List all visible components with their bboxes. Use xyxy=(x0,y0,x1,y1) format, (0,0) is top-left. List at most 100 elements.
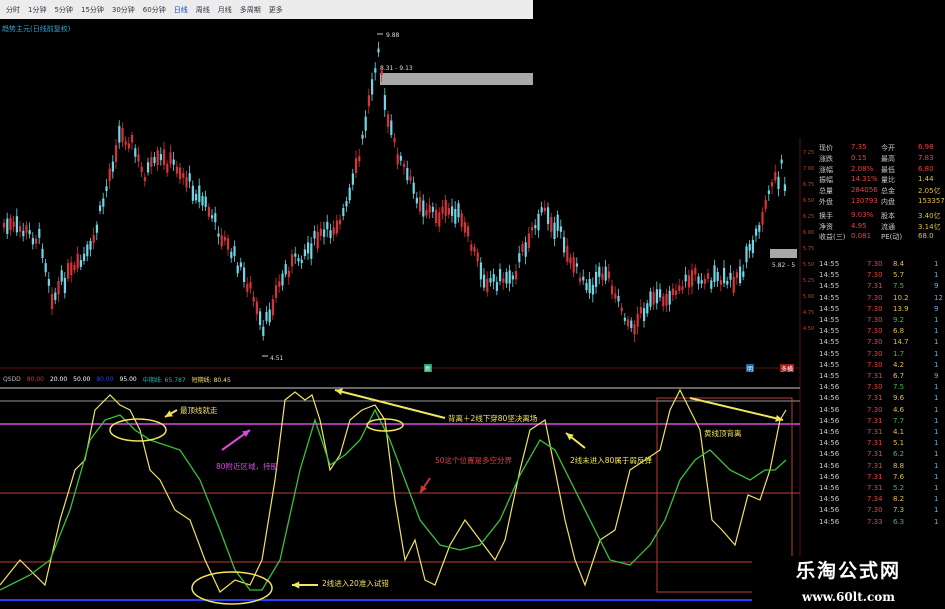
axis-tick-label: 6.25 xyxy=(803,214,815,220)
candle-body xyxy=(236,265,239,274)
candle-body xyxy=(198,185,201,203)
candle-body xyxy=(79,260,82,267)
trade-cell: 7.34 xyxy=(867,495,883,504)
candle-body xyxy=(163,149,166,165)
quote-value: 2.08% xyxy=(851,164,874,173)
quote-label: 涨跌 xyxy=(819,154,833,163)
quote-value: 14.31% xyxy=(851,175,878,184)
candle-body xyxy=(223,236,226,241)
candle-body xyxy=(438,212,441,227)
candle-body xyxy=(703,278,706,284)
trade-cell: 14:56 xyxy=(819,484,840,492)
candle-body xyxy=(751,239,754,254)
trade-cell: 13.9 xyxy=(893,304,909,313)
low-price-label: 4.51 xyxy=(270,355,284,362)
candle-body xyxy=(99,205,102,211)
candle-body xyxy=(716,272,719,281)
quote-label: 净资 xyxy=(819,222,833,231)
candle-body xyxy=(671,288,674,296)
trade-cell: 5.1 xyxy=(893,439,905,448)
candle-body xyxy=(41,248,44,258)
candle-body xyxy=(582,276,585,281)
quote-value: 6.98 xyxy=(918,143,934,151)
candle-body xyxy=(617,296,620,302)
trade-cell: 7.6 xyxy=(893,472,905,481)
candle-body xyxy=(12,221,15,227)
trade-cell: 7.30 xyxy=(867,506,883,515)
candle-body xyxy=(783,184,786,191)
candle-body xyxy=(633,324,636,335)
candle-body xyxy=(57,281,60,295)
trade-cell: 1 xyxy=(934,360,939,369)
candle-body xyxy=(284,264,287,275)
quote-label: 最高 xyxy=(881,154,895,163)
candle-body xyxy=(691,270,694,287)
axis-tick-label: 6.00 xyxy=(803,230,815,236)
candle-body xyxy=(70,262,73,276)
candle-body xyxy=(563,237,566,253)
quote-label: 收益(三) xyxy=(819,233,846,242)
candle-body xyxy=(243,267,246,282)
candle-body xyxy=(639,307,642,314)
candle-body xyxy=(527,233,530,248)
candle-body xyxy=(457,203,460,218)
quote-value: 1.44 xyxy=(918,175,934,184)
candle-body xyxy=(281,273,284,286)
candle-body xyxy=(451,206,454,216)
candle-body xyxy=(159,153,162,161)
candle-body xyxy=(547,207,550,225)
arrow-head xyxy=(292,581,300,589)
candle-body xyxy=(265,311,268,322)
candle-body xyxy=(19,226,22,232)
candle-body xyxy=(428,205,431,213)
candle-body xyxy=(169,152,172,164)
candle-body xyxy=(105,186,108,192)
candle-body xyxy=(342,208,345,217)
candle-body xyxy=(316,231,319,249)
legend-item: 中期线: 65.787 xyxy=(142,376,186,384)
candle-body xyxy=(211,215,214,219)
trade-cell: 14:55 xyxy=(819,260,840,268)
candle-body xyxy=(131,135,134,143)
chart-canvas: 9.88 8.31 - 9.13 4.51 5.82 - 5 新 明 多横 xyxy=(0,32,801,609)
candle-body xyxy=(115,145,118,162)
trade-cell: 14:56 xyxy=(819,495,840,504)
candle-body xyxy=(489,278,492,283)
candle-body xyxy=(195,193,198,201)
trade-cell: 1 xyxy=(934,472,939,481)
trade-cell: 14:56 xyxy=(819,439,840,448)
candle-body xyxy=(553,222,556,240)
candle-body xyxy=(729,272,732,280)
quote-label: 量比 xyxy=(881,176,895,185)
candle-body xyxy=(495,282,498,291)
candle-body xyxy=(499,268,502,282)
axis-tick-label: 6.50 xyxy=(803,198,815,204)
candle-body xyxy=(537,213,540,231)
candle-body xyxy=(214,213,217,223)
trade-cell: 7.31 xyxy=(867,484,883,492)
candle-body xyxy=(300,259,303,264)
quote-label: 振幅 xyxy=(819,176,833,185)
candle-body xyxy=(758,225,761,232)
right-price-label: 5.82 - 5 xyxy=(772,262,795,269)
candle-body xyxy=(572,257,575,273)
candle-body xyxy=(143,176,146,182)
candle-body xyxy=(287,270,290,278)
candle-body xyxy=(92,235,95,243)
candle-body xyxy=(684,274,687,282)
annotation-text: 最顶线就走 xyxy=(180,406,218,415)
quote-label: 外盘 xyxy=(819,198,833,206)
candle-body xyxy=(252,296,255,302)
candle-body xyxy=(467,226,470,237)
candle-body xyxy=(380,70,383,75)
trade-cell: 14:55 xyxy=(819,304,840,313)
quote-value: 68.0 xyxy=(918,232,934,241)
candle-body xyxy=(518,253,521,263)
trade-cell: 1 xyxy=(934,260,939,268)
candle-body xyxy=(422,200,425,217)
quote-label: 涨幅 xyxy=(819,165,833,174)
candle-body xyxy=(473,246,476,252)
candle-body xyxy=(755,228,758,236)
trade-cell: 14:56 xyxy=(819,405,840,414)
legend-item: 50.00 xyxy=(73,375,91,383)
